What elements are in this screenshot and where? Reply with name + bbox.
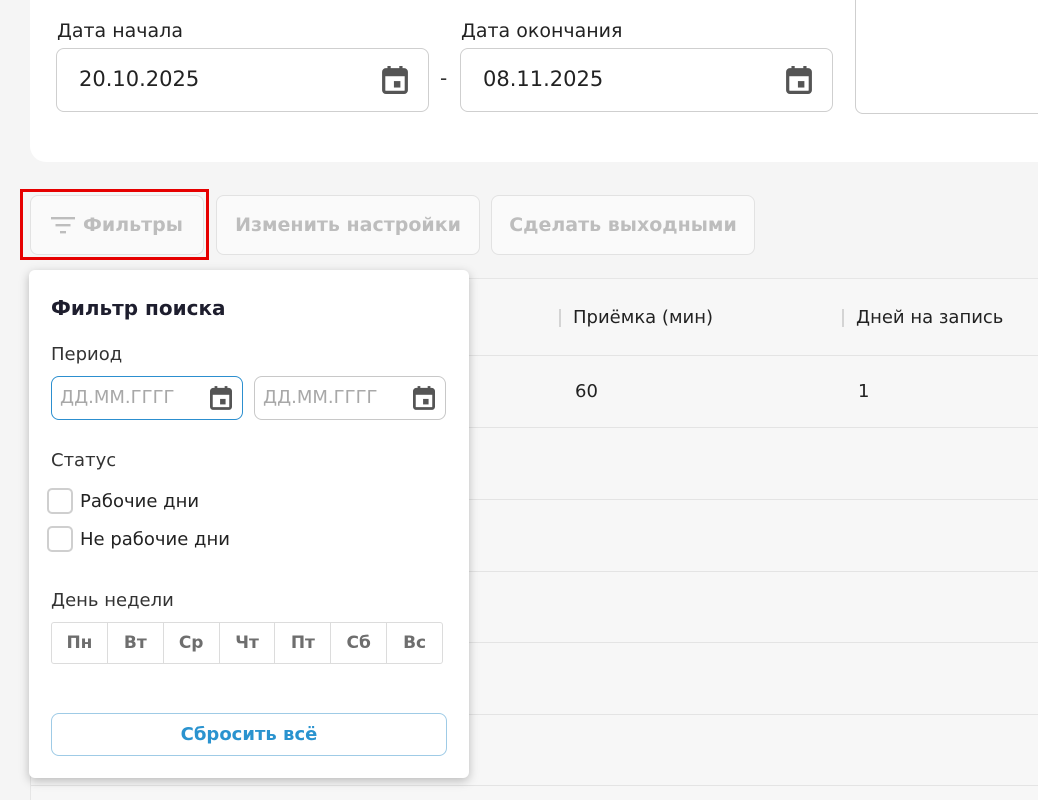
checkbox[interactable]	[47, 488, 73, 514]
weekday-button[interactable]: Ср	[164, 623, 220, 663]
weekday-button[interactable]: Пн	[52, 623, 108, 663]
weekday-button[interactable]: Чт	[220, 623, 276, 663]
filter-panel: Фильтр поиска Период Статус Рабочие дни …	[29, 270, 469, 778]
weekday-button[interactable]: Пт	[275, 623, 332, 663]
column-header: Приёмка (мин)	[559, 307, 713, 328]
period-label: Период	[51, 344, 123, 365]
weekday-selector: Пн Вт Ср Чт Пт Сб Вс	[51, 622, 443, 664]
calendar-icon[interactable]	[786, 66, 812, 94]
change-settings-label: Изменить настройки	[235, 214, 461, 236]
change-settings-button[interactable]: Изменить настройки	[216, 195, 480, 255]
end-date-value: 08.11.2025	[483, 67, 604, 91]
status-label: Статус	[51, 450, 117, 471]
weekday-button[interactable]: Вс	[387, 623, 442, 663]
start-date-label: Дата начала	[57, 20, 183, 42]
status-option-non-working[interactable]: Не рабочие дни	[47, 526, 230, 552]
highlight-box	[20, 189, 209, 260]
make-days-off-button[interactable]: Сделать выходными	[491, 195, 755, 255]
start-date-field[interactable]: 20.10.2025	[56, 48, 429, 112]
calendar-icon[interactable]	[413, 386, 435, 410]
weekday-button[interactable]: Вт	[108, 623, 164, 663]
extra-field[interactable]	[855, 0, 1038, 114]
period-to-field[interactable]	[254, 376, 446, 420]
weekday-label: День недели	[51, 590, 174, 611]
end-date-field[interactable]: 08.11.2025	[460, 48, 833, 112]
period-from-input[interactable]	[60, 387, 200, 408]
column-header: Дней на запись	[842, 307, 1003, 328]
date-range-separator: -	[440, 66, 448, 90]
calendar-icon[interactable]	[210, 386, 232, 410]
start-date-value: 20.10.2025	[79, 67, 200, 91]
status-option-label: Рабочие дни	[80, 490, 200, 512]
reset-all-label: Сбросить всё	[180, 724, 318, 745]
checkbox[interactable]	[47, 526, 73, 552]
table-cell: 1	[858, 381, 870, 402]
status-option-working[interactable]: Рабочие дни	[47, 488, 199, 514]
status-option-label: Не рабочие дни	[80, 528, 230, 550]
table-cell: 60	[575, 381, 598, 402]
reset-all-button[interactable]: Сбросить всё	[51, 713, 447, 756]
filter-panel-title: Фильтр поиска	[51, 296, 226, 320]
calendar-icon[interactable]	[382, 66, 408, 94]
make-days-off-label: Сделать выходными	[509, 214, 737, 236]
period-to-input[interactable]	[263, 387, 403, 408]
period-from-field[interactable]	[51, 376, 243, 420]
end-date-label: Дата окончания	[461, 20, 623, 42]
weekday-button[interactable]: Сб	[331, 623, 388, 663]
